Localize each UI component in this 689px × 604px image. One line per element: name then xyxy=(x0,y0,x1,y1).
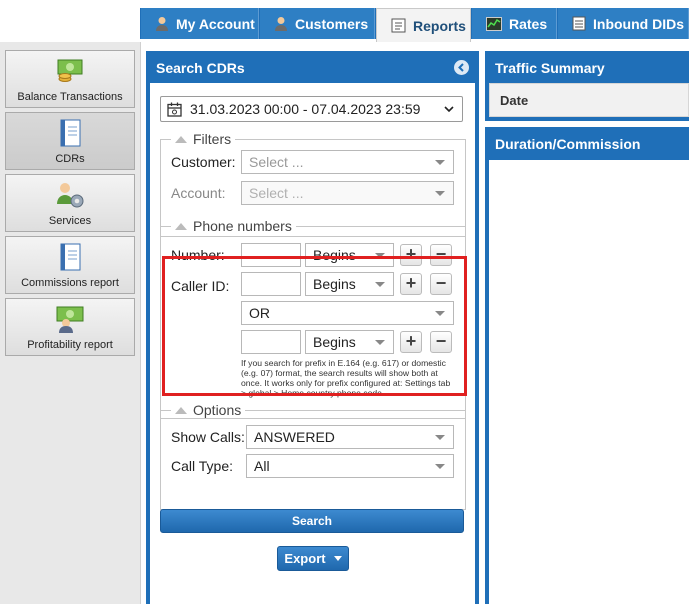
tab-label: Reports xyxy=(413,17,466,34)
search-button[interactable]: Search xyxy=(160,509,464,533)
chevron-down-icon xyxy=(333,556,342,561)
sidebar-item-label: Commissions report xyxy=(21,277,119,289)
collapse-triangle-icon xyxy=(175,406,187,414)
customer-label: Customer: xyxy=(171,154,236,170)
sidebar-item-balance-transactions[interactable]: Balance Transactions xyxy=(5,50,135,108)
call-type-select[interactable]: All xyxy=(246,454,454,478)
show-calls-select[interactable]: ANSWERED xyxy=(246,425,454,449)
sidebar-item-label: Profitability report xyxy=(27,339,113,351)
services-icon xyxy=(57,183,84,208)
duration-commission-panel: Duration/Commission xyxy=(485,127,689,604)
show-calls-label: Show Calls: xyxy=(171,429,245,445)
sidebar: Balance Transactions CDRs Services Commi… xyxy=(0,42,141,604)
account-label: Account: xyxy=(171,185,226,201)
date-range-value: 31.03.2023 00:00 - 07.04.2023 23:59 xyxy=(190,101,421,117)
collapse-triangle-icon xyxy=(175,222,187,230)
options-fieldset: Options Show Calls: ANSWERED Call Type: … xyxy=(160,402,466,510)
tab-label: Customers xyxy=(295,15,369,32)
sidebar-item-cdrs[interactable]: CDRs xyxy=(5,112,135,170)
date-range-picker[interactable]: 31.03.2023 00:00 - 07.04.2023 23:59 xyxy=(160,96,463,122)
notebook-icon xyxy=(60,243,81,271)
filters-legend[interactable]: Filters xyxy=(171,131,236,147)
call-type-label: Call Type: xyxy=(171,458,233,474)
tab-label: My Account xyxy=(176,15,255,32)
profit-icon xyxy=(56,306,84,333)
tab-label: Inbound DIDs xyxy=(593,15,684,32)
panel-title: Search CDRs xyxy=(156,60,245,76)
collapse-triangle-icon xyxy=(175,135,187,143)
panel-title: Traffic Summary xyxy=(495,60,605,76)
highlight-box xyxy=(162,256,467,396)
options-legend[interactable]: Options xyxy=(171,402,246,418)
customer-select[interactable]: Select ... xyxy=(241,150,454,174)
chevron-down-icon xyxy=(444,106,454,113)
traffic-summary-panel: Traffic Summary Date xyxy=(485,51,689,121)
tab-inbound-dids[interactable]: Inbound DIDs xyxy=(558,8,689,39)
export-button[interactable]: Export xyxy=(277,546,349,571)
tab-rates[interactable]: Rates xyxy=(472,8,557,39)
sidebar-item-commissions-report[interactable]: Commissions report xyxy=(5,236,135,294)
user-icon xyxy=(156,16,168,31)
tab-reports[interactable]: Reports xyxy=(376,8,471,42)
collapse-icon[interactable] xyxy=(454,60,469,75)
top-navigation: My Account Customers Reports Rates Inbou… xyxy=(0,0,689,42)
tab-customers[interactable]: Customers xyxy=(260,8,375,39)
sidebar-item-label: CDRs xyxy=(55,153,85,165)
sidebar-item-services[interactable]: Services xyxy=(5,174,135,232)
panel-title: Duration/Commission xyxy=(495,136,641,152)
notebook-icon xyxy=(60,119,81,147)
duration-commission-body xyxy=(489,160,689,604)
sidebar-item-label: Services xyxy=(48,215,92,227)
sidebar-item-label: Balance Transactions xyxy=(17,91,123,103)
tab-my-account[interactable]: My Account xyxy=(141,8,259,39)
tab-label: Rates xyxy=(509,15,548,32)
calendar-icon xyxy=(167,102,182,117)
report-icon xyxy=(391,18,406,33)
list-icon xyxy=(572,16,586,31)
account-select[interactable]: Select ... xyxy=(241,181,454,205)
date-column-header[interactable]: Date xyxy=(489,83,689,117)
money-icon xyxy=(57,59,83,82)
phone-numbers-legend[interactable]: Phone numbers xyxy=(171,218,296,234)
sidebar-item-profitability-report[interactable]: Profitability report xyxy=(5,298,135,356)
users-icon xyxy=(275,16,287,31)
chart-icon xyxy=(486,16,502,31)
